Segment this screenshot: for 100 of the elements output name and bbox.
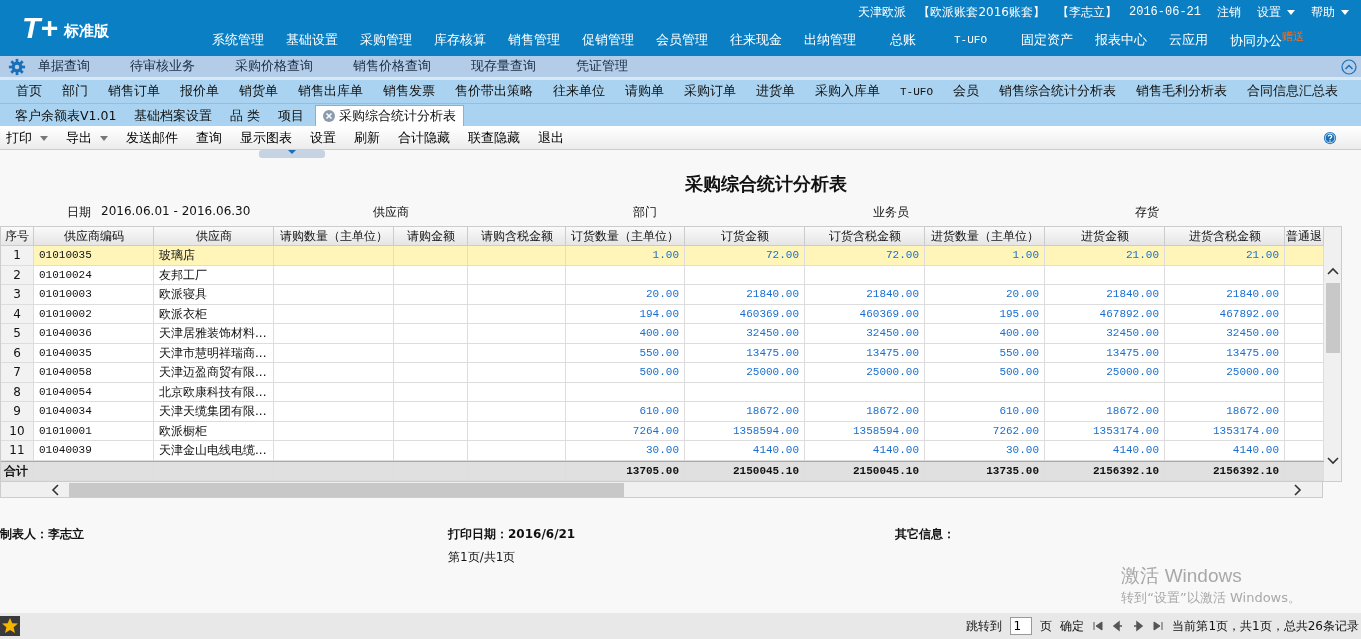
menu-item[interactable]: 销售管理 bbox=[508, 31, 560, 49]
menu-item[interactable]: 固定资产 bbox=[1021, 31, 1073, 49]
menu-item[interactable]: 库存核算 bbox=[434, 31, 486, 49]
table-row[interactable]: 4 01010002 欧派衣柜 194.00 460369.00 460369.00 195.00 467892.00 467892.00 bbox=[1, 304, 1324, 324]
table-row[interactable]: 6 01040035 天津市慧明祥瑞商... 550.00 13475.00 13475.00 550.00 13475.00 13475.00 bbox=[1, 343, 1324, 363]
quick-link[interactable]: 现存量查询 bbox=[471, 58, 536, 75]
menu-item[interactable]: 往来现金 bbox=[730, 31, 782, 49]
page-input[interactable]: 1 bbox=[1010, 617, 1033, 635]
table-cell: 1353174.00 bbox=[1213, 424, 1279, 437]
menu-item[interactable]: 报表中心 bbox=[1095, 31, 1147, 49]
next-page-icon[interactable] bbox=[1132, 620, 1145, 632]
shortcut-link[interactable]: 首页 bbox=[16, 83, 42, 100]
shortcut-link[interactable]: 会员 bbox=[953, 83, 979, 100]
menu-item[interactable]: 协同办公$^{赠送}$ bbox=[1230, 29, 1304, 51]
menu-item[interactable]: T-UFO bbox=[954, 34, 987, 46]
table-row[interactable]: 2 01010024 友邦工厂 bbox=[1, 265, 1324, 285]
tab[interactable]: 采购综合统计分析表 bbox=[315, 105, 465, 126]
star-icon[interactable] bbox=[0, 616, 20, 636]
table-row[interactable]: 8 01040054 北京欧康科技有限... bbox=[1, 382, 1324, 402]
shortcut-link[interactable]: 往来单位 bbox=[553, 83, 605, 100]
tab[interactable]: 项目 bbox=[271, 106, 312, 126]
close-icon[interactable] bbox=[323, 110, 336, 122]
shortcut-link[interactable]: T-UFO bbox=[900, 85, 933, 98]
toolbar-button[interactable]: 打印 bbox=[0, 129, 54, 147]
toolbar-button[interactable]: 发送邮件 bbox=[120, 129, 184, 147]
toolbar-button[interactable]: 设置 bbox=[304, 129, 342, 147]
shortcut-link[interactable]: 销货单 bbox=[239, 83, 278, 100]
menu-item[interactable]: 基础设置 bbox=[286, 31, 338, 49]
shortcut-link[interactable]: 售价带出策略 bbox=[455, 83, 533, 100]
shortcut-link[interactable]: 进货单 bbox=[756, 83, 795, 100]
table-cell: 195.00 bbox=[999, 307, 1039, 320]
table-row[interactable]: 7 01040058 天津迈盈商贸有限... 500.00 25000.00 25000.00 500.00 25000.00 25000.00 bbox=[1, 363, 1324, 383]
help-icon[interactable] bbox=[1323, 131, 1337, 145]
menu-item[interactable]: 系统管理 bbox=[212, 31, 264, 49]
table-row[interactable]: 11 01040039 天津金山电线电缆... 30.00 4140.00 4140.00 30.00 4140.00 4140.00 bbox=[1, 441, 1324, 461]
row-number: 3 bbox=[1, 285, 34, 305]
first-page-icon[interactable] bbox=[1092, 620, 1105, 632]
table-row[interactable]: 5 01040036 天津居雅装饰材料... 400.00 32450.00 32450.00 400.00 32450.00 32450.00 bbox=[1, 324, 1324, 344]
header-link[interactable]: 帮助 bbox=[1311, 3, 1349, 21]
shortcut-link[interactable]: 合同信息汇总表 bbox=[1247, 83, 1338, 100]
scroll-up-icon[interactable] bbox=[1326, 267, 1339, 275]
toolbar-button[interactable]: 合计隐藏 bbox=[392, 129, 456, 147]
table-cell: 500.00 bbox=[999, 366, 1039, 378]
scroll-thumb[interactable] bbox=[1325, 283, 1340, 353]
menu-item[interactable]: 采购管理 bbox=[360, 31, 412, 49]
table-cell: 20.00 bbox=[646, 288, 679, 300]
confirm-link[interactable]: 确定 bbox=[1060, 617, 1085, 635]
scroll-left-icon[interactable] bbox=[51, 483, 59, 496]
quick-link[interactable]: 销售价格查询 bbox=[353, 58, 431, 75]
quick-link[interactable]: 待审核业务 bbox=[130, 58, 195, 75]
toolbar-button[interactable]: 查询 bbox=[190, 129, 228, 147]
shortcut-link[interactable]: 销售订单 bbox=[108, 83, 160, 100]
quick-link[interactable]: 凭证管理 bbox=[576, 58, 628, 75]
quick-link[interactable]: 采购价格查询 bbox=[235, 58, 313, 75]
tab[interactable]: 品 类 bbox=[223, 106, 268, 126]
menu-item[interactable]: 会员管理 bbox=[656, 31, 708, 49]
toolbar-button[interactable]: 刷新 bbox=[348, 129, 386, 147]
shortcut-link[interactable]: 部门 bbox=[62, 83, 88, 100]
activation-text: 转到“设置”以激活 Windows。 bbox=[1121, 589, 1301, 607]
toolbar-button[interactable]: 导出 bbox=[60, 129, 114, 147]
vertical-scrollbar[interactable] bbox=[1324, 227, 1341, 481]
shortcut-link[interactable]: 报价单 bbox=[180, 83, 219, 100]
panel-toggle-handle[interactable] bbox=[259, 150, 325, 158]
previous-page-icon[interactable] bbox=[1112, 620, 1125, 632]
filter-value: 2016.06.01 - 2016.06.30 bbox=[101, 204, 251, 220]
quick-link[interactable]: 单据查询 bbox=[38, 58, 90, 75]
toolbar-button[interactable]: 退出 bbox=[532, 129, 570, 147]
shortcut-link[interactable]: 销售出库单 bbox=[298, 83, 363, 100]
toolbar-button[interactable]: 联查隐藏 bbox=[462, 129, 526, 147]
collapse-icon[interactable] bbox=[1341, 58, 1357, 75]
table-cell: 467892.00 bbox=[1219, 307, 1279, 320]
shortcut-link[interactable]: 采购入库单 bbox=[815, 83, 880, 100]
menu-item[interactable]: 总账 bbox=[890, 31, 916, 49]
menu-item[interactable]: 促销管理 bbox=[582, 31, 634, 49]
horizontal-scrollbar[interactable] bbox=[0, 482, 1323, 498]
menu-item[interactable]: 云应用 bbox=[1169, 31, 1208, 49]
menu-item[interactable]: 出纳管理 bbox=[804, 31, 856, 49]
shortcut-link[interactable]: 请购单 bbox=[625, 83, 664, 100]
header-link[interactable]: 设置 bbox=[1257, 3, 1295, 21]
table-row[interactable]: 10 01010001 欧派橱柜 7264.00 1358594.00 1358594.00 7262.00 1353174.00 1353174.00 bbox=[1, 421, 1324, 441]
scroll-thumb[interactable] bbox=[69, 482, 624, 497]
table-cell: 610.00 bbox=[999, 405, 1039, 417]
table-row[interactable]: 9 01040034 天津天缆集团有限... 610.00 18672.00 18672.00 610.00 18672.00 18672.00 bbox=[1, 402, 1324, 422]
settings-icon[interactable] bbox=[8, 57, 26, 76]
last-page-icon[interactable] bbox=[1152, 620, 1165, 632]
scroll-right-icon[interactable] bbox=[1294, 483, 1302, 496]
shortcut-link[interactable]: 销售综合统计分析表 bbox=[999, 83, 1116, 100]
table-row[interactable]: 1 01010035 玻璃店 1.00 72.00 72.00 1.00 21.00 21.00 bbox=[1, 246, 1324, 266]
table-cell: 194.00 bbox=[639, 307, 679, 320]
scroll-down-icon[interactable] bbox=[1326, 457, 1339, 465]
shortcut-link[interactable]: 销售发票 bbox=[383, 83, 435, 100]
shortcut-link[interactable]: 采购订单 bbox=[684, 83, 736, 100]
header-link[interactable]: 注销 bbox=[1217, 3, 1241, 21]
toolbar-button[interactable]: 显示图表 bbox=[234, 129, 298, 147]
table-cell: 天津市慧明祥瑞商... bbox=[154, 343, 274, 363]
table-cell: 400.00 bbox=[639, 327, 679, 339]
tab[interactable]: 基础档案设置 bbox=[127, 106, 220, 126]
table-row[interactable]: 3 01010003 欧派寝具 20.00 21840.00 21840.00 20.00 21840.00 21840.00 bbox=[1, 285, 1324, 305]
shortcut-link[interactable]: 销售毛利分析表 bbox=[1136, 83, 1227, 100]
tab[interactable]: 客户余额表V1.01 bbox=[8, 106, 124, 126]
